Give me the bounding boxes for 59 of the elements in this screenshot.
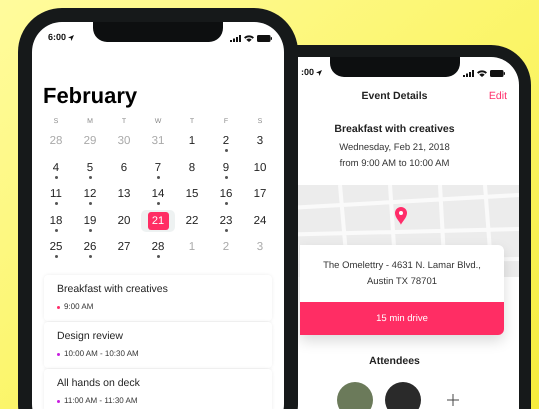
battery-icon — [257, 34, 272, 42]
event-card[interactable]: Design review 10:00 AM - 10:30 AM — [44, 322, 272, 368]
address-line: The Omelettry - 4631 N. Lamar Blvd., — [323, 258, 481, 272]
day-cell[interactable]: 23 — [220, 214, 232, 228]
location-arrow-icon — [68, 35, 74, 41]
day-cell[interactable]: 13 — [118, 187, 130, 202]
event-time: 11:00 AM - 11:30 AM — [64, 395, 138, 408]
event-date: Wednesday, Feb 21, 2018 — [339, 140, 450, 155]
day-cell[interactable]: 16 — [220, 187, 232, 202]
day-cell[interactable]: 24 — [254, 214, 266, 228]
event-title: Design review — [57, 328, 124, 344]
day-cell[interactable]: 14 — [152, 187, 164, 202]
address-line: Austin TX 78701 — [366, 274, 438, 289]
drive-button[interactable]: 15 min drive — [300, 302, 504, 336]
day-cell[interactable]: 3 — [256, 134, 264, 148]
day-cell[interactable]: 19 — [84, 214, 96, 228]
event-card[interactable]: All hands on deck 11:00 AM - 11:30 AM — [44, 368, 272, 409]
event-time: from 9:00 AM to 10:00 AM — [340, 157, 450, 171]
event-title: Breakfast with creatives — [334, 122, 455, 137]
day-cell[interactable]: 17 — [254, 187, 266, 202]
day-cell[interactable]: 9 — [222, 160, 230, 175]
day-cell[interactable]: 1 — [188, 134, 196, 148]
status-time: 6:00 — [48, 31, 66, 44]
day-cell[interactable]: 5 — [86, 160, 94, 175]
day-cell[interactable]: 12 — [84, 187, 96, 202]
wifi-icon — [477, 70, 487, 76]
event-time: 9:00 AM — [64, 301, 94, 314]
attendees-heading: Attendees — [369, 354, 420, 370]
battery-icon — [490, 70, 505, 76]
day-cell[interactable]: 20 — [118, 214, 130, 228]
day-cell[interactable]: 8 — [188, 160, 196, 175]
day-cell[interactable]: 10 — [254, 160, 266, 175]
wifi-icon — [244, 34, 254, 42]
day-cell[interactable]: 4 — [52, 160, 60, 175]
event-title: Breakfast with creatives — [57, 282, 169, 297]
day-cell[interactable]: 7 — [154, 160, 162, 175]
day-cell[interactable]: 26 — [84, 240, 96, 254]
day-cell[interactable]: 25 — [50, 240, 62, 254]
edit-button[interactable]: Edit — [488, 89, 507, 105]
day-cell[interactable]: 11 — [50, 187, 62, 202]
day-cell[interactable]: 21 — [148, 212, 168, 230]
day-cell[interactable]: 22 — [186, 214, 198, 228]
day-cell[interactable]: 27 — [118, 240, 130, 254]
day-cell[interactable]: 6 — [120, 160, 128, 175]
avatar[interactable] — [384, 382, 420, 409]
add-icon[interactable] — [446, 394, 458, 406]
signal-icon — [230, 34, 241, 42]
status-time: :00 — [301, 66, 314, 80]
event-title: All hands on deck — [57, 376, 141, 391]
event-card[interactable]: Breakfast with creatives 9:00 AM — [44, 274, 272, 320]
day-cell[interactable]: 2 — [222, 134, 230, 148]
day-cell[interactable]: 28 — [152, 240, 164, 254]
location-arrow-icon — [316, 70, 322, 76]
month-title: February — [43, 84, 138, 108]
signal-icon — [463, 70, 474, 76]
day-cell[interactable]: 18 — [50, 214, 62, 228]
event-time: 10:00 AM - 10:30 AM — [64, 348, 139, 360]
screen-title: Event Details — [362, 89, 428, 104]
day-cell[interactable]: 15 — [186, 187, 198, 202]
